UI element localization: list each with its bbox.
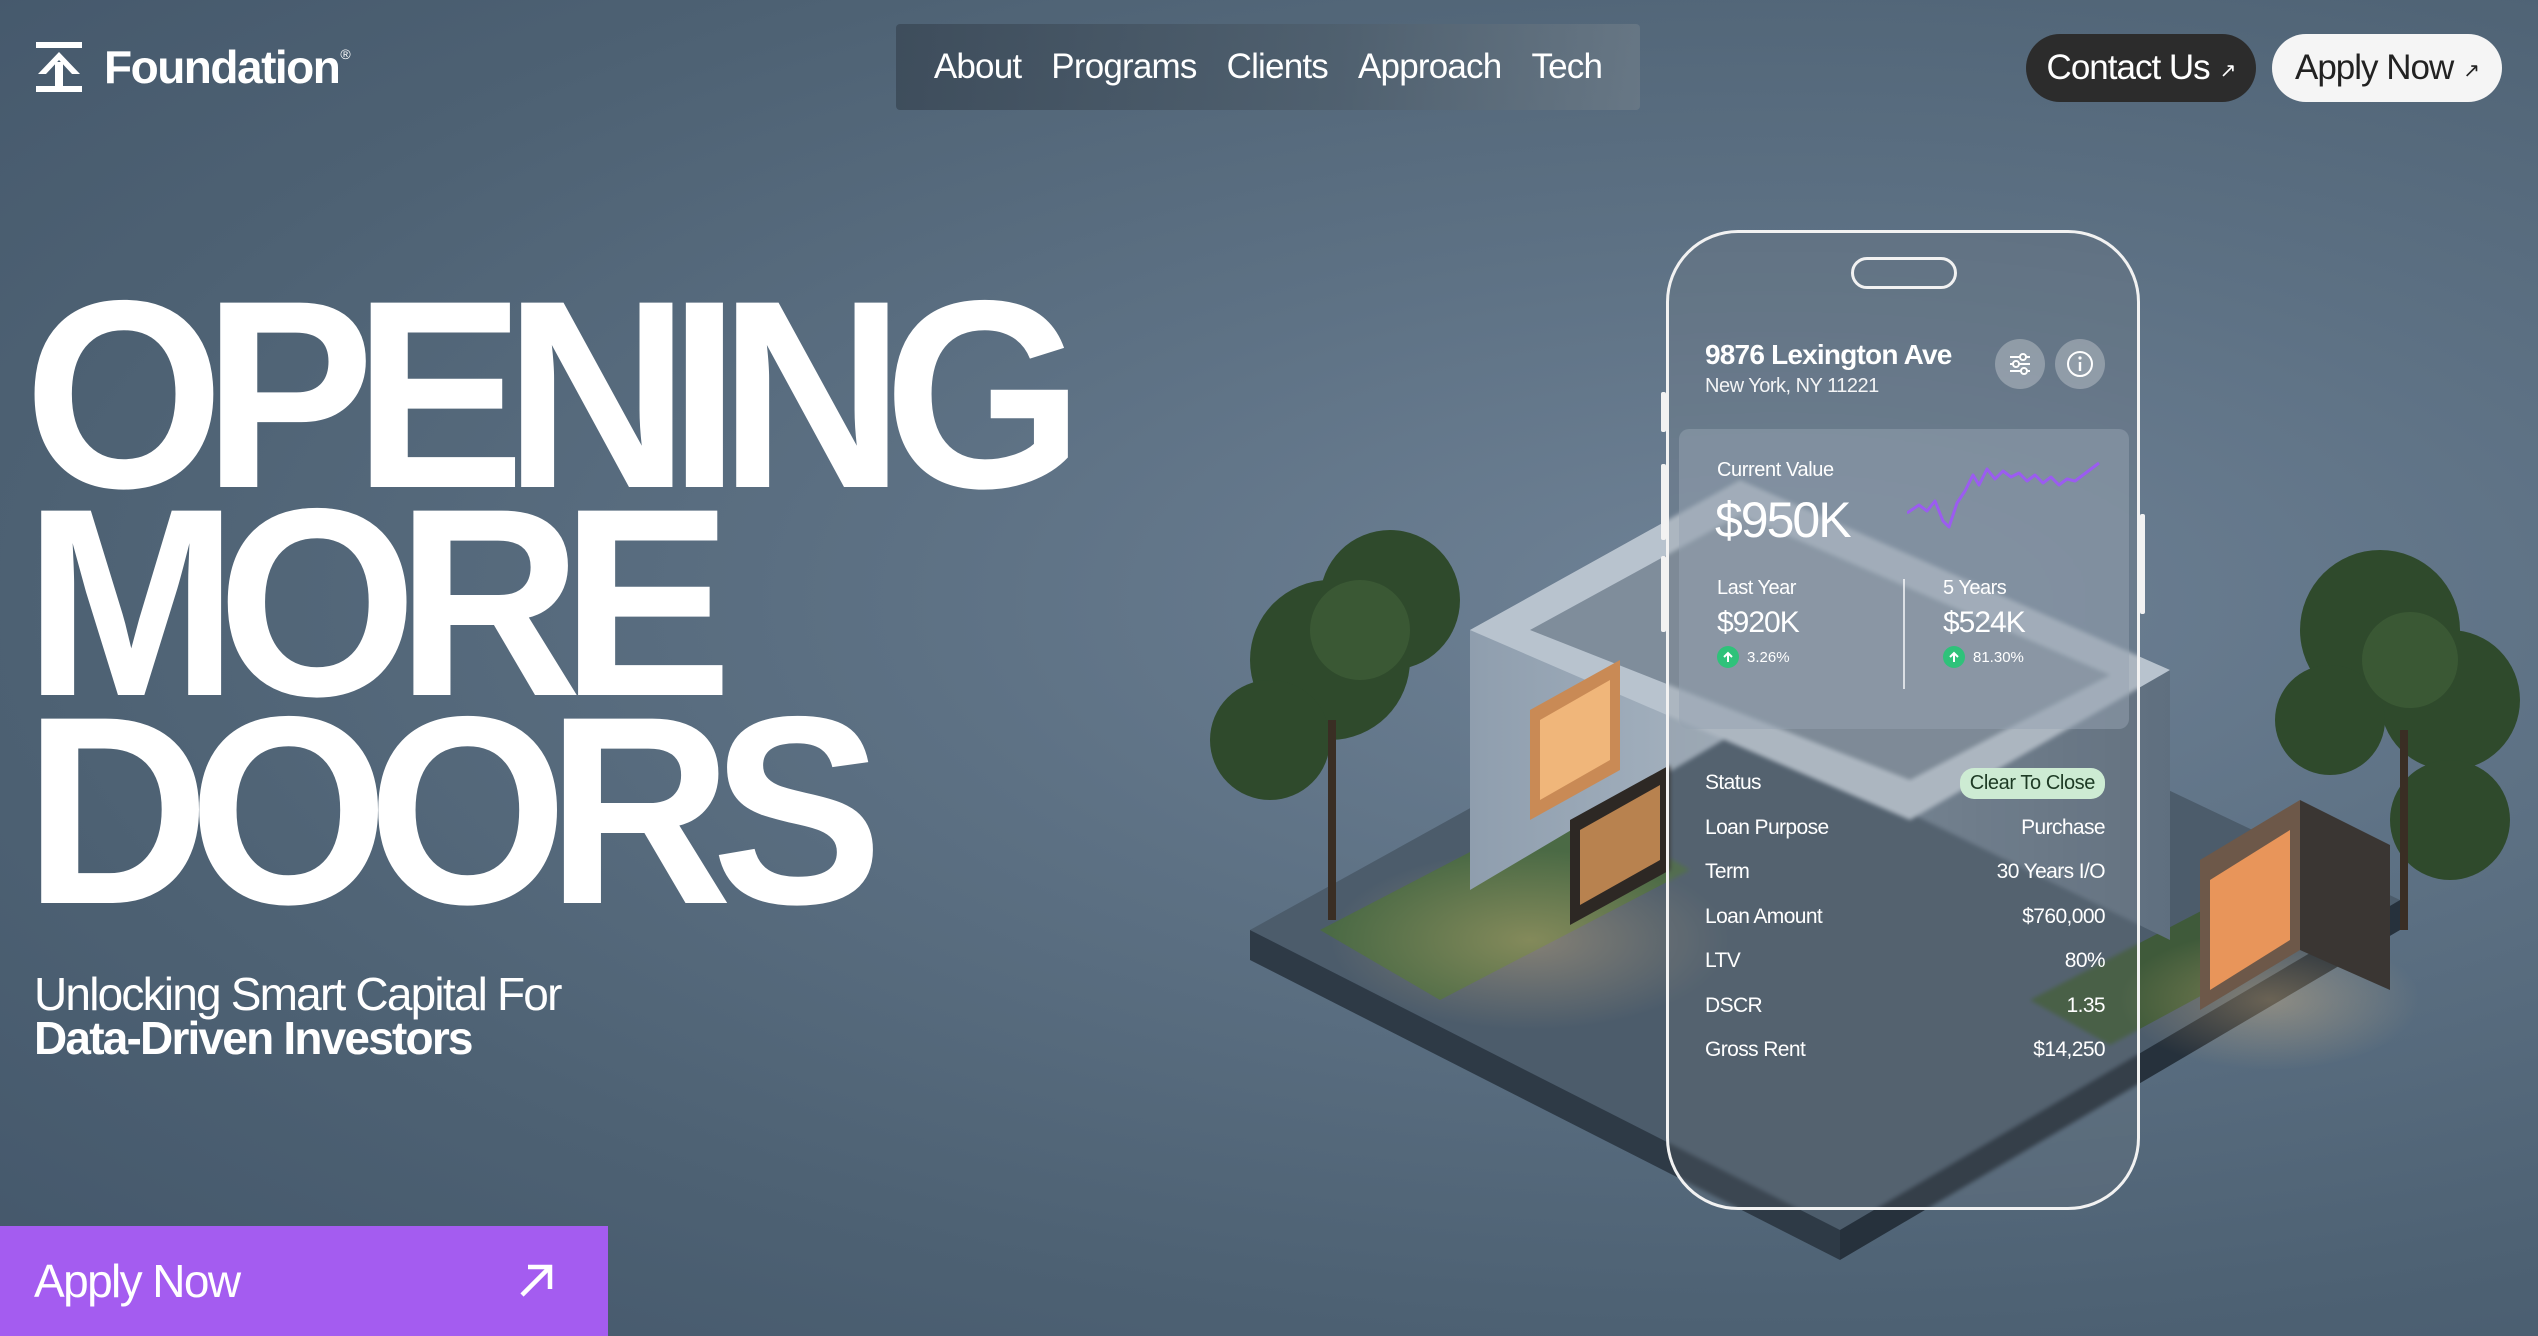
detail-value: Purchase [2021,815,2106,839]
five-years-change-text: 81.30% [1973,648,2024,666]
arrow-up-right-icon [520,1264,553,1297]
detail-value: $760,000 [2022,904,2105,928]
five-years-label: 5 Years [1943,577,2007,599]
hero-subheadline: Unlocking Smart Capital For Data-Driven … [34,968,562,1064]
five-years-change: 81.30% [1943,646,2025,668]
phone-notch [1851,257,1957,289]
detail-row: Loan Amount $760,000 [1705,895,2106,940]
apply-now-cta-label: Apply Now [34,1255,241,1307]
hero-headline: OPENING MORE DOORS [24,260,1176,960]
last-year-change: 3.26% [1717,646,1799,668]
detail-value: 80% [2064,949,2106,973]
status-row: Status Clear To Close [1705,761,2105,806]
detail-value: 1.35 [2066,993,2106,1017]
stat-divider [1903,579,1905,689]
apply-now-label: Apply Now [2294,48,2454,87]
nav-tech[interactable]: Tech [1531,47,1603,87]
property-city: New York, NY 11221 [1705,375,1879,397]
brand-logo[interactable]: Foundation® [36,40,351,94]
nav-about[interactable]: About [934,47,1022,87]
info-icon[interactable] [2055,339,2105,389]
last-year-value: $920K [1717,606,1800,639]
status-label: Status [1705,771,1762,795]
contact-us-label: Contact Us [2046,48,2211,87]
detail-row: LTV 80% [1705,939,2106,984]
property-value-card: Current Value $950K Last Year $920K 3.26… [1679,429,2129,729]
five-years-stat: 5 Years $524K 81.30% [1943,577,2026,668]
last-year-stat: Last Year $920K 3.26% [1717,577,1800,668]
value-sparkline [1907,461,2100,529]
arrow-up-icon [1717,646,1739,668]
apply-now-cta-button[interactable]: Apply Now [0,1226,608,1336]
arrow-up-right-icon: ↗ [2219,59,2237,82]
subheadline-line-2: Data-Driven Investors [34,1012,474,1064]
subheadline-line-1: Unlocking Smart Capital For [34,968,562,1020]
sliders-icon[interactable] [1995,339,2045,389]
arrow-up-icon [1943,646,1965,668]
last-year-label: Last Year [1717,577,1796,599]
hero-line-3: DOORS [24,660,883,960]
five-years-value: $524K [1943,606,2026,639]
detail-label: DSCR [1705,993,1763,1017]
contact-us-button[interactable]: Contact Us ↗ [2026,34,2256,102]
detail-label: Gross Rent [1705,1038,1806,1062]
phone-mockup: 9876 Lexington Ave New York, NY 11221 Cu… [1666,230,2140,1210]
detail-value: $14,250 [2033,1038,2105,1062]
arrow-up-right-icon: ↗ [2463,59,2480,82]
logo-text: Foundation® [104,41,351,93]
property-street: 9876 Lexington Ave [1705,339,1952,370]
status-badge: Clear To Close [1959,767,2105,799]
current-value: $950K [1715,492,1852,548]
nav-programs[interactable]: Programs [1051,47,1197,87]
property-address: 9876 Lexington Ave New York, NY 11221 [1705,339,1952,398]
current-value-label: Current Value [1717,459,1834,481]
apply-now-header-button[interactable]: Apply Now ↗ [2272,34,2502,102]
detail-row: Loan Purpose Purchase [1705,806,2106,851]
detail-label: Loan Purpose [1705,815,1829,839]
detail-value: 30 Years I/O [1996,860,2106,884]
detail-label: Term [1705,860,1750,884]
detail-row: Term 30 Years I/O [1705,850,2106,895]
nav-approach[interactable]: Approach [1358,47,1502,87]
logo-mark-icon [36,42,82,92]
nav-clients[interactable]: Clients [1227,47,1329,87]
detail-label: LTV [1705,949,1741,973]
detail-row: Gross Rent $14,250 [1705,1028,2106,1073]
detail-label: Loan Amount [1705,904,1823,928]
phone-side-button [2140,514,2145,614]
main-nav: About Programs Clients Approach Tech [896,24,1640,110]
last-year-change-text: 3.26% [1747,648,1790,666]
detail-row: DSCR 1.35 [1705,984,2106,1029]
loan-details: Status Clear To Close Loan Purpose Purch… [1705,761,2106,1073]
